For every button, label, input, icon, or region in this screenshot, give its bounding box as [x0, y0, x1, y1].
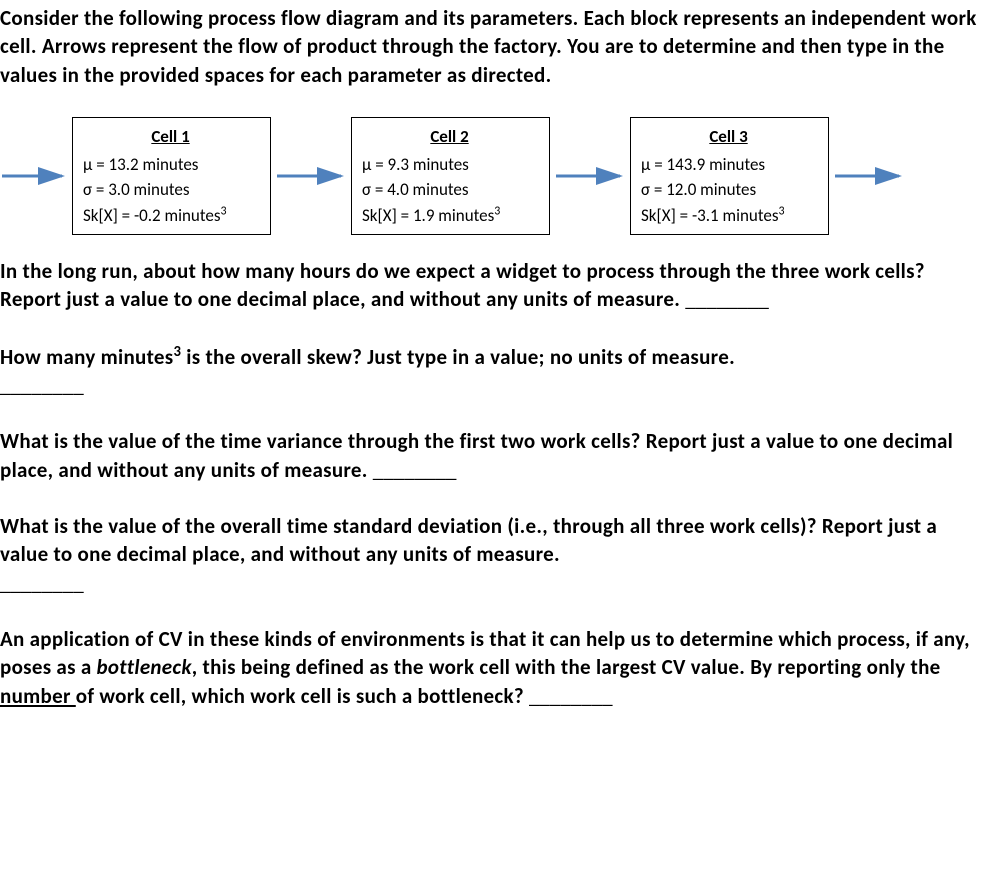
question-5: An application of CV in these kinds of e… [0, 625, 985, 710]
answer-blank[interactable]: ________ [0, 372, 84, 398]
cell-1: Cell 1 μ = 13.2 minutes σ = 3.0 minutes … [72, 117, 271, 235]
cell-title: Cell 3 [641, 124, 816, 150]
answer-blank[interactable]: ________ [0, 570, 84, 596]
cell-title: Cell 2 [362, 124, 537, 150]
answer-blank[interactable]: ________ [373, 457, 457, 483]
cell-mu: μ = 143.9 minutes [641, 152, 816, 178]
process-flow-diagram: Cell 1 μ = 13.2 minutes σ = 3.0 minutes … [0, 117, 985, 235]
question-2: How many minutes3 is the overall skew? J… [0, 342, 985, 400]
arrow-icon [829, 166, 909, 186]
question-4: What is the value of the overall time st… [0, 512, 985, 597]
cell-skew: Sk[X] = -3.1 minutes3 [641, 203, 816, 229]
answer-blank[interactable]: ________ [529, 683, 613, 709]
cell-2: Cell 2 μ = 9.3 minutes σ = 4.0 minutes S… [351, 117, 550, 235]
arrow-icon [0, 166, 72, 186]
cell-mu: μ = 9.3 minutes [362, 152, 537, 178]
question-1: In the long run, about how many hours do… [0, 257, 985, 314]
cell-skew: Sk[X] = -0.2 minutes3 [83, 203, 258, 229]
cell-sigma: σ = 4.0 minutes [362, 177, 537, 203]
arrow-icon [271, 166, 351, 186]
cell-title: Cell 1 [83, 124, 258, 150]
question-3: What is the value of the time variance t… [0, 427, 985, 484]
answer-blank[interactable]: ________ [685, 286, 769, 312]
cell-mu: μ = 13.2 minutes [83, 152, 258, 178]
cell-skew: Sk[X] = 1.9 minutes3 [362, 203, 537, 229]
cell-3: Cell 3 μ = 143.9 minutes σ = 12.0 minute… [630, 117, 829, 235]
arrow-icon [550, 166, 630, 186]
cell-sigma: σ = 3.0 minutes [83, 177, 258, 203]
intro-paragraph: Consider the following process flow diag… [0, 0, 985, 89]
cell-sigma: σ = 12.0 minutes [641, 177, 816, 203]
